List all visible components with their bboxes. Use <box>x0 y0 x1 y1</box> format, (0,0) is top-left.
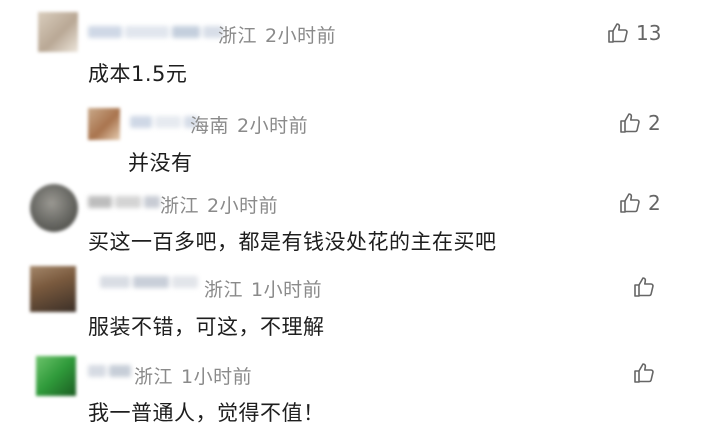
comment-text: 服装不错，可这，不理解 <box>88 315 325 339</box>
thumbs-up-icon <box>620 113 640 133</box>
thumbs-up-icon <box>620 193 640 213</box>
comment-text: 并没有 <box>128 151 193 175</box>
comment-item: 浙江 2小时前 买这一百多吧，都是有钱没处花的主在买吧 2 <box>0 178 711 262</box>
comment-meta: 浙江 1小时前 <box>204 275 322 302</box>
time-label: 2小时前 <box>207 195 279 217</box>
thumbs-up-icon <box>634 277 654 297</box>
time-label: 1小时前 <box>251 279 323 301</box>
avatar[interactable] <box>30 184 78 232</box>
avatar[interactable] <box>30 266 76 312</box>
avatar[interactable] <box>88 108 120 140</box>
time-label: 1小时前 <box>181 366 253 388</box>
blurred-username[interactable] <box>88 192 160 212</box>
like-count: 2 <box>648 111 661 135</box>
region-label: 浙江 <box>218 25 258 47</box>
region-label: 浙江 <box>134 366 174 388</box>
comment-meta: 海南 2小时前 <box>190 111 308 138</box>
comment-meta: 浙江 1小时前 <box>134 362 252 389</box>
comment-item: 浙江 1小时前 我一普通人，觉得不值！ <box>0 346 711 429</box>
comment-text: 我一普通人，觉得不值！ <box>88 401 325 425</box>
blurred-username[interactable] <box>100 272 198 292</box>
region-label: 海南 <box>190 115 230 137</box>
comment-item: 浙江 2小时前 成本1.5元 13 <box>0 0 711 88</box>
blurred-username[interactable] <box>88 361 131 381</box>
avatar[interactable] <box>36 356 76 396</box>
like-count: 2 <box>648 191 661 215</box>
comment-text: 成本1.5元 <box>88 62 188 86</box>
region-label: 浙江 <box>160 195 200 217</box>
comment-meta: 浙江 2小时前 <box>218 21 336 48</box>
comment-text: 买这一百多吧，都是有钱没处花的主在买吧 <box>88 230 497 254</box>
time-label: 2小时前 <box>265 25 337 47</box>
like-button[interactable]: 2 <box>618 190 661 216</box>
reply-item: 海南 2小时前 并没有 2 <box>0 88 711 178</box>
time-label: 2小时前 <box>237 115 309 137</box>
like-button[interactable]: 13 <box>606 20 661 46</box>
comment-item: 浙江 1小时前 服装不错，可这，不理解 <box>0 262 711 346</box>
like-button[interactable]: 2 <box>618 110 661 136</box>
region-label: 浙江 <box>204 279 244 301</box>
comment-meta: 浙江 2小时前 <box>160 191 278 218</box>
like-count: 13 <box>636 21 662 45</box>
blurred-username[interactable] <box>130 112 198 132</box>
like-button[interactable] <box>632 360 662 386</box>
blurred-username[interactable] <box>88 22 223 42</box>
like-button[interactable] <box>632 274 662 300</box>
thumbs-up-icon <box>634 363 654 383</box>
thumbs-up-icon <box>608 23 628 43</box>
avatar[interactable] <box>38 12 78 52</box>
